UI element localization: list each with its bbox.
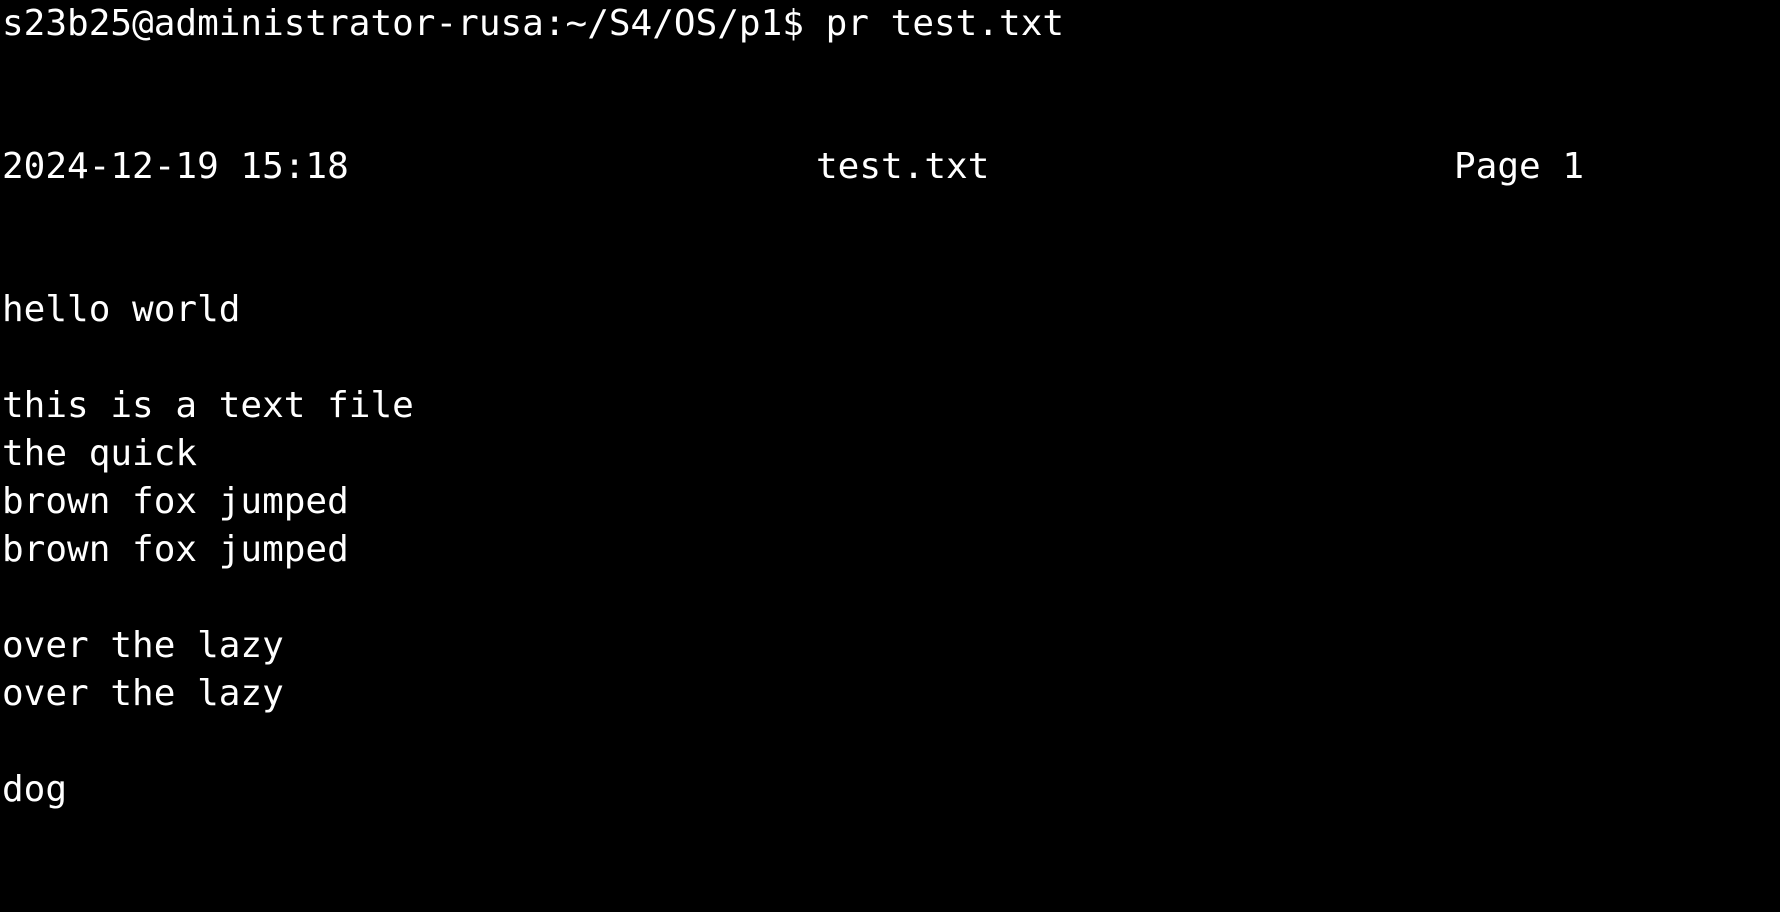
command-line: s23b25@administrator-rusa:~/S4/OS/p1$ pr… [2, 0, 1064, 48]
output-line-3: this is a text file [2, 385, 414, 426]
pr-header-page: Page 1 [1454, 146, 1585, 187]
command-text: pr test.txt [825, 3, 1065, 44]
output-line-4: the quick [2, 433, 198, 474]
pr-header-datetime: 2024-12-19 15:18 [2, 146, 349, 187]
terminal-window[interactable]: s23b25@administrator-rusa:~/S4/OS/p1$ pr… [0, 0, 1780, 844]
output-line-8: over the lazy [2, 625, 284, 666]
output-line-5: brown fox jumped [2, 481, 349, 522]
output-line-6: brown fox jumped [2, 529, 349, 570]
output-line-11: dog [2, 769, 68, 810]
output-line-9: over the lazy [2, 673, 284, 714]
output-line-1: hello world [2, 289, 241, 330]
pr-header-filename: test.txt [816, 146, 990, 187]
shell-prompt: s23b25@administrator-rusa:~/S4/OS/p1$ [2, 3, 804, 44]
